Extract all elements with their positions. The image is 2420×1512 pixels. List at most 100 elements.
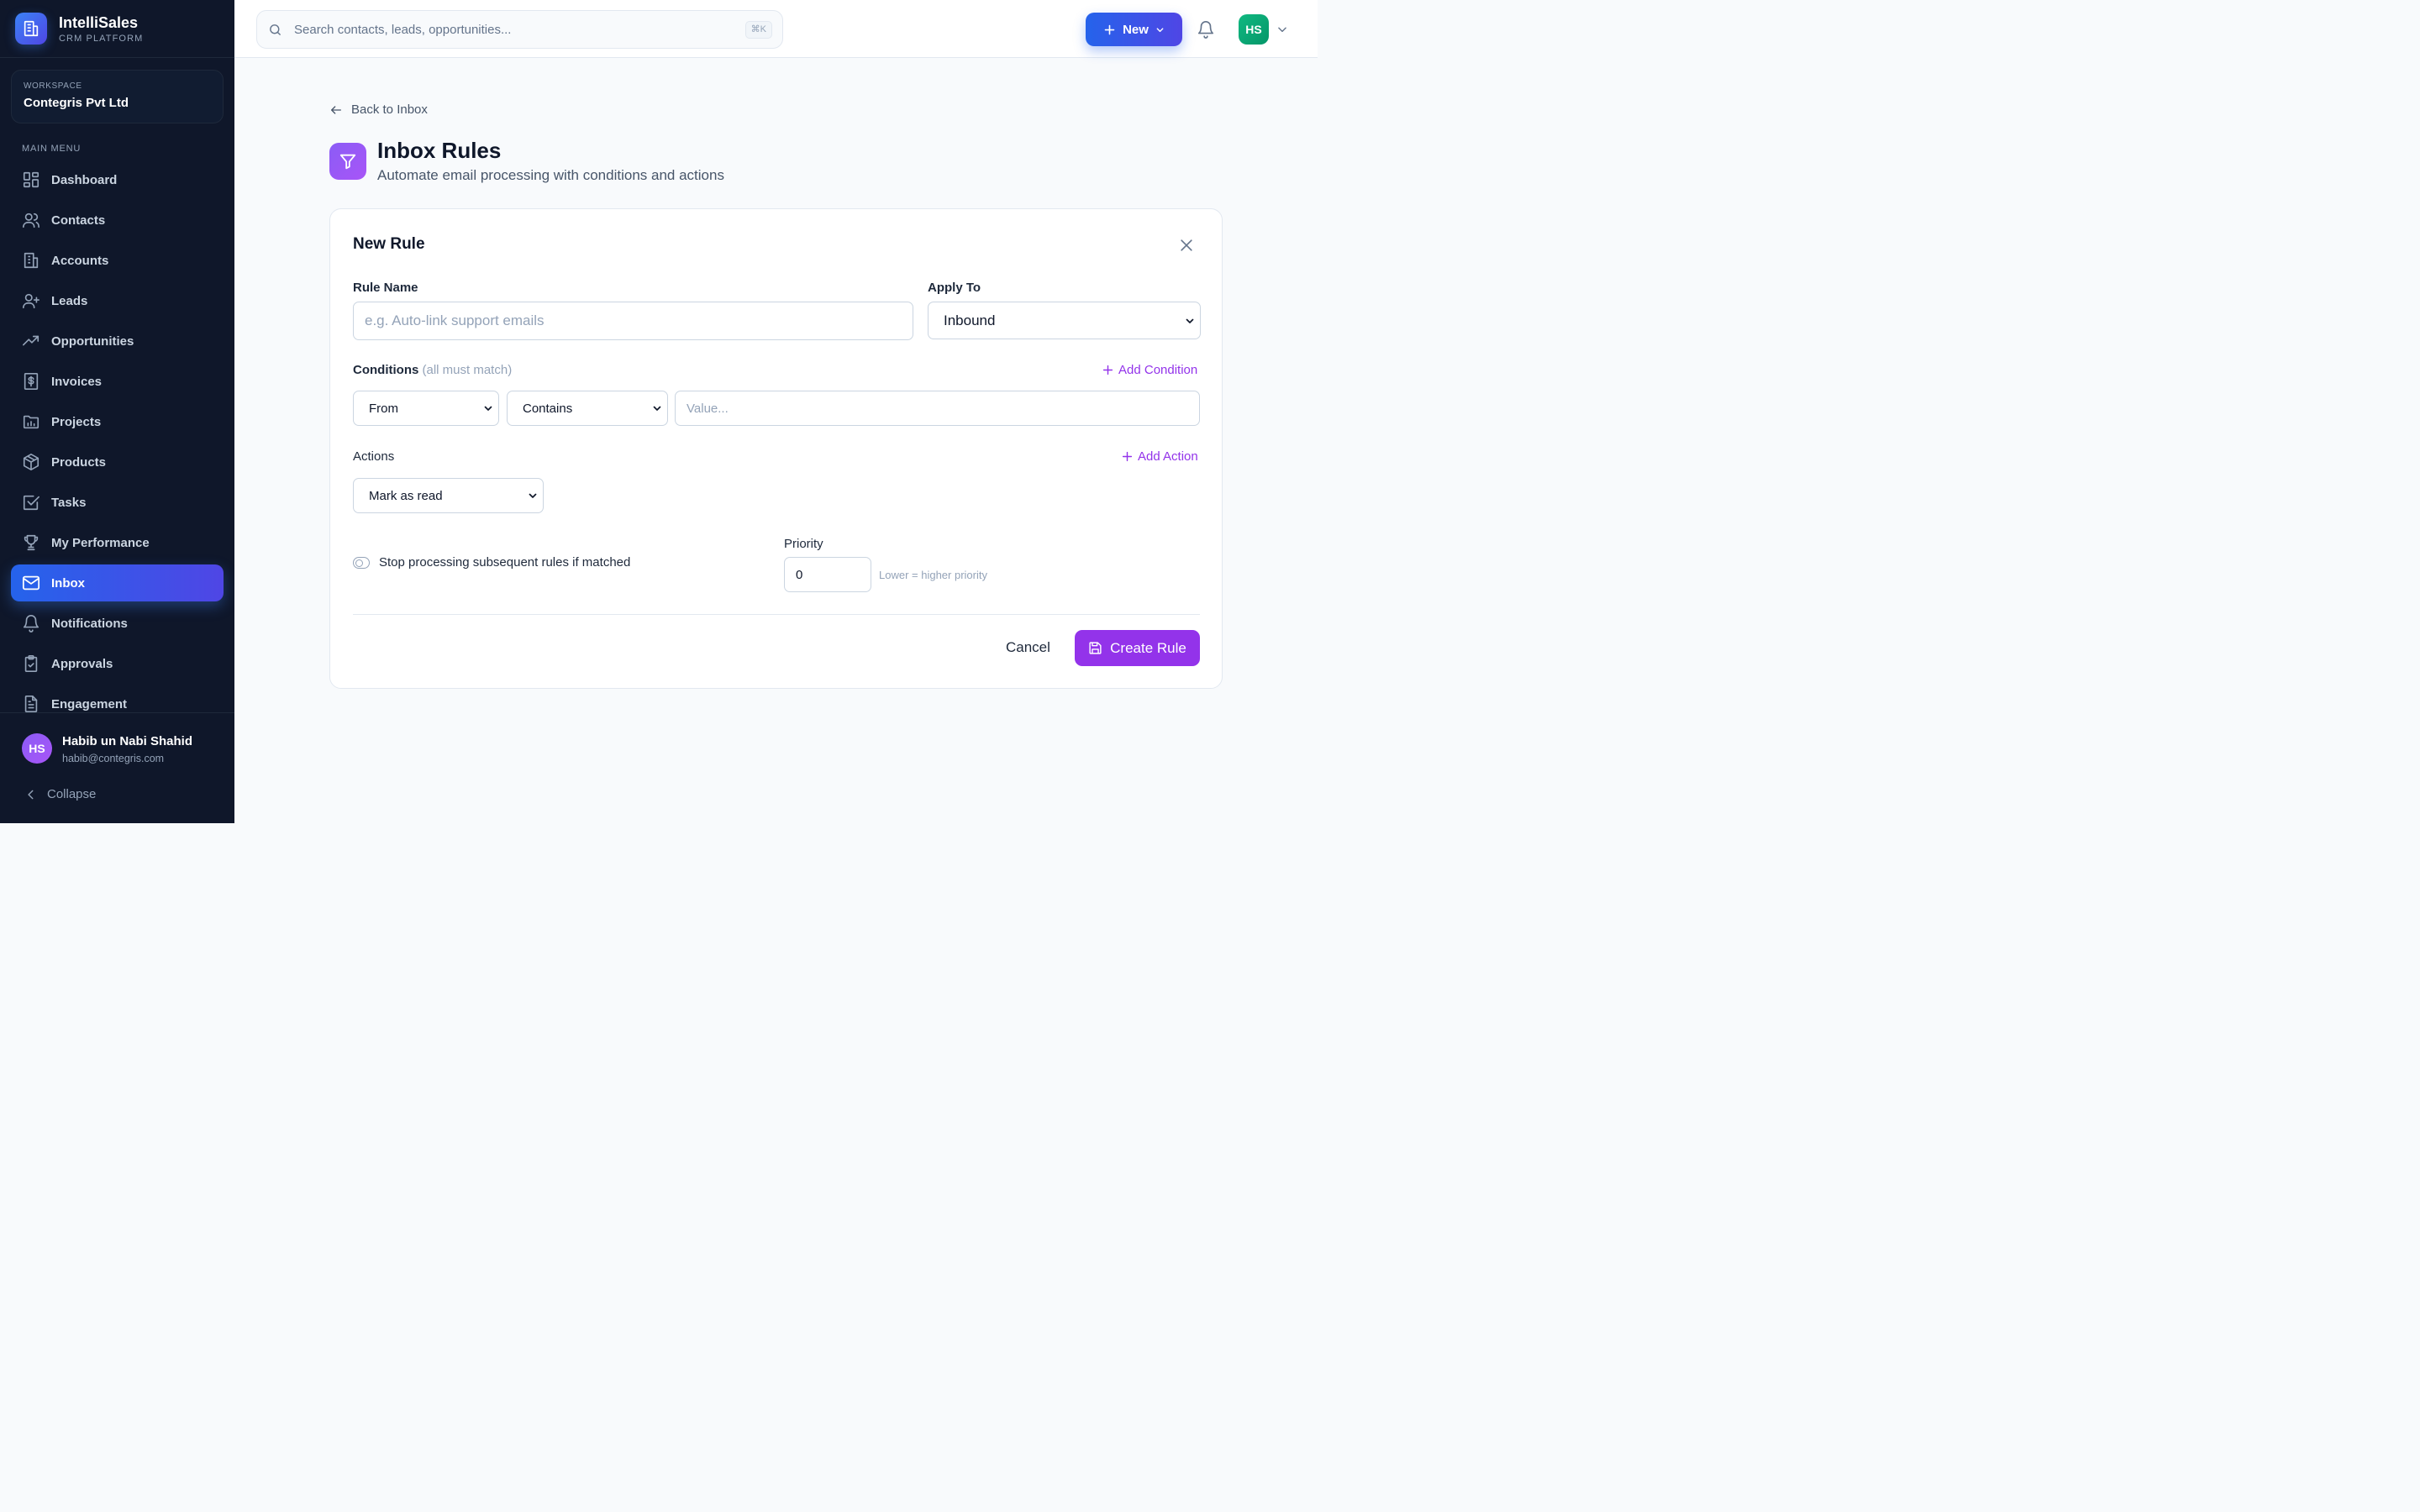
building-icon bbox=[22, 251, 40, 270]
action-value: Mark as read bbox=[369, 488, 443, 503]
file-text-icon bbox=[22, 695, 40, 713]
user-avatar[interactable]: HS bbox=[22, 733, 52, 764]
trending-up-icon bbox=[22, 332, 40, 350]
add-action-label: Add Action bbox=[1138, 449, 1198, 464]
toggle-icon[interactable] bbox=[353, 556, 370, 569]
sidebar-item-leads[interactable]: Leads bbox=[11, 282, 224, 319]
priority-hint: Lower = higher priority bbox=[879, 569, 987, 581]
chevron-left-icon bbox=[25, 789, 47, 801]
new-rule-form: New Rule Rule Name e.g. Auto-link suppor… bbox=[329, 208, 1223, 689]
back-to-inbox-link[interactable]: Back to Inbox bbox=[329, 102, 428, 117]
sidebar-item-invoices[interactable]: Invoices bbox=[11, 363, 224, 400]
back-label: Back to Inbox bbox=[351, 102, 428, 117]
stop-processing-label: Stop processing subsequent rules if matc… bbox=[379, 555, 631, 570]
search-shortcut-badge: ⌘K bbox=[744, 21, 772, 39]
apply-to-select[interactable]: Inbound bbox=[928, 302, 1201, 339]
cancel-button[interactable]: Cancel bbox=[1006, 639, 1050, 656]
user-email: habib@contegris.com bbox=[62, 753, 165, 764]
add-condition-button[interactable]: Add Condition bbox=[1102, 363, 1197, 377]
brand: IntelliSales CRM PLATFORM bbox=[0, 0, 234, 58]
sidebar-item-label: Projects bbox=[51, 414, 102, 429]
sidebar-item-accounts[interactable]: Accounts bbox=[11, 242, 224, 279]
new-button-label: New bbox=[1123, 22, 1149, 37]
bell-icon bbox=[22, 614, 40, 633]
priority-input[interactable]: 0 bbox=[784, 557, 871, 592]
action-select[interactable]: Mark as read bbox=[353, 478, 544, 513]
conditions-note: (all must match) bbox=[422, 363, 513, 377]
workspace-name: Contegris Pvt Ltd bbox=[24, 96, 129, 110]
add-condition-label: Add Condition bbox=[1118, 363, 1198, 377]
sidebar-nav: Dashboard Contacts Accounts Leads Opport… bbox=[11, 161, 224, 726]
stop-processing-toggle[interactable]: Stop processing subsequent rules if matc… bbox=[353, 555, 630, 570]
collapse-button[interactable]: Collapse bbox=[25, 787, 96, 801]
sidebar-item-label: Opportunities bbox=[51, 333, 134, 349]
brand-name: IntelliSales bbox=[59, 13, 139, 31]
sidebar-item-tasks[interactable]: Tasks bbox=[11, 484, 224, 521]
rule-name-input[interactable]: e.g. Auto-link support emails bbox=[353, 302, 913, 340]
chevron-down-icon bbox=[483, 403, 493, 413]
profile-avatar[interactable]: HS bbox=[1239, 14, 1269, 45]
page-subtitle: Automate email processing with condition… bbox=[377, 167, 724, 183]
sidebar-item-label: Approvals bbox=[51, 656, 113, 671]
profile-chevron-down-icon[interactable] bbox=[1276, 24, 1288, 35]
priority-label: Priority bbox=[784, 537, 823, 551]
priority-value: 0 bbox=[796, 567, 803, 582]
plus-icon bbox=[1102, 365, 1118, 375]
new-button[interactable]: New bbox=[1086, 13, 1182, 46]
sidebar-item-label: Dashboard bbox=[51, 172, 118, 187]
collapse-label: Collapse bbox=[47, 787, 97, 801]
sidebar-footer: HS Habib un Nabi Shahid habib@contegris.… bbox=[0, 712, 234, 823]
chevron-down-icon bbox=[1155, 25, 1165, 34]
conditions-label-text: Conditions bbox=[353, 363, 419, 377]
apply-to-label: Apply To bbox=[928, 281, 981, 295]
sidebar-item-label: Invoices bbox=[51, 374, 103, 389]
condition-value-input[interactable]: Value... bbox=[675, 391, 1200, 426]
sidebar-item-opportunities[interactable]: Opportunities bbox=[11, 323, 224, 360]
sidebar-item-products[interactable]: Products bbox=[11, 444, 224, 480]
plus-icon bbox=[1103, 24, 1116, 36]
create-rule-button[interactable]: Create Rule bbox=[1075, 630, 1200, 666]
brand-logo-icon bbox=[15, 13, 47, 45]
actions-label: Actions bbox=[353, 449, 395, 464]
sidebar-item-label: Inbox bbox=[51, 575, 85, 591]
sidebar-item-dashboard[interactable]: Dashboard bbox=[11, 161, 224, 198]
add-action-button[interactable]: Add Action bbox=[1122, 449, 1198, 464]
save-icon bbox=[1088, 641, 1110, 655]
sidebar-item-approvals[interactable]: Approvals bbox=[11, 645, 224, 682]
trophy-icon bbox=[22, 533, 40, 552]
sidebar-item-label: Tasks bbox=[51, 495, 87, 510]
condition-operator-select[interactable]: Contains bbox=[507, 391, 668, 426]
sidebar-item-label: My Performance bbox=[51, 535, 150, 550]
arrow-left-icon bbox=[329, 103, 351, 117]
sidebar-item-notifications[interactable]: Notifications bbox=[11, 605, 224, 642]
condition-field-select[interactable]: From bbox=[353, 391, 499, 426]
brand-subtitle: CRM PLATFORM bbox=[59, 33, 144, 44]
conditions-label: Conditions (all must match) bbox=[353, 363, 512, 377]
chevron-down-icon bbox=[1185, 316, 1195, 326]
main-menu-label: MAIN MENU bbox=[22, 144, 82, 154]
condition-field-value: From bbox=[369, 401, 398, 416]
search-placeholder: Search contacts, leads, opportunities... bbox=[294, 22, 512, 37]
filter-icon bbox=[329, 143, 366, 180]
sidebar-item-contacts[interactable]: Contacts bbox=[11, 202, 224, 239]
user-plus-icon bbox=[22, 291, 40, 310]
close-icon[interactable] bbox=[1178, 237, 1195, 254]
topbar: Search contacts, leads, opportunities...… bbox=[234, 0, 1318, 58]
notifications-bell-icon[interactable] bbox=[1197, 20, 1215, 39]
form-divider bbox=[353, 614, 1200, 615]
search-icon bbox=[268, 23, 282, 37]
apply-to-value: Inbound bbox=[944, 312, 996, 328]
sidebar-item-projects[interactable]: Projects bbox=[11, 403, 224, 440]
package-icon bbox=[22, 453, 40, 471]
create-rule-label: Create Rule bbox=[1110, 639, 1186, 656]
sidebar-item-inbox[interactable]: Inbox bbox=[11, 564, 224, 601]
sidebar-item-my-performance[interactable]: My Performance bbox=[11, 524, 224, 561]
condition-operator-value: Contains bbox=[523, 401, 573, 416]
sidebar-item-label: Accounts bbox=[51, 253, 109, 268]
sidebar: IntelliSales CRM PLATFORM WORKSPACE Cont… bbox=[0, 0, 234, 823]
workspace-switcher[interactable]: WORKSPACE Contegris Pvt Ltd bbox=[11, 70, 224, 123]
receipt-icon bbox=[22, 372, 40, 391]
chevron-down-icon bbox=[652, 403, 662, 413]
sidebar-item-label: Engagement bbox=[51, 696, 128, 711]
search-input[interactable]: Search contacts, leads, opportunities...… bbox=[256, 10, 783, 49]
